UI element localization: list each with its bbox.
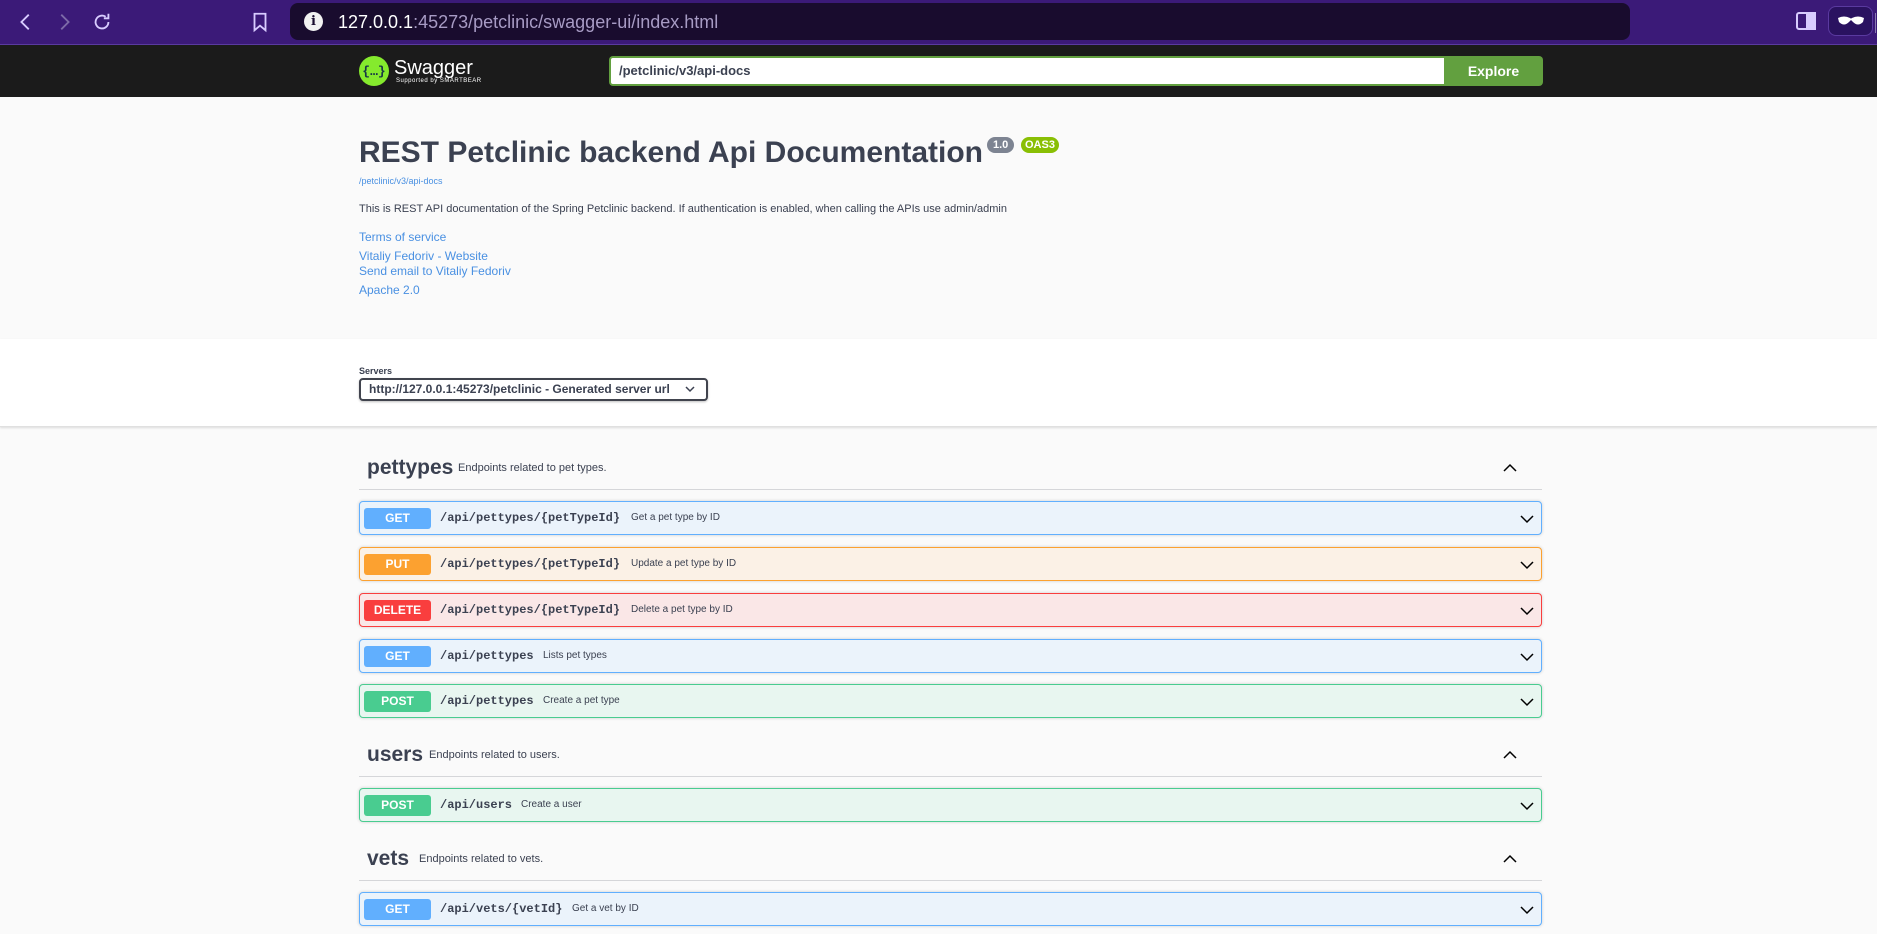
op-summary: Get a vet by ID (572, 903, 639, 914)
license-link[interactable]: Apache 2.0 (359, 283, 420, 297)
operation-create-pettype[interactable]: POST /api/pettypes Create a pet type (359, 684, 1542, 718)
sidebar-toggle-icon[interactable] (1795, 11, 1817, 31)
chevron-down-icon (1520, 802, 1534, 811)
op-path: /api/pettypes/{petTypeId} (440, 557, 621, 571)
spec-url-input[interactable]: /petclinic/v3/api-docs (609, 56, 1444, 86)
chevron-down-icon (1520, 906, 1534, 915)
url-separator (1875, 13, 1876, 33)
chevron-up-icon (1503, 463, 1517, 472)
op-summary: Delete a pet type by ID (631, 604, 733, 615)
tag-description: Endpoints related to pet types. (458, 462, 607, 474)
method-badge: POST (364, 691, 431, 712)
op-path: /api/pettypes (440, 649, 534, 663)
logo-sub: Supported by SMARTBEAR (396, 78, 482, 84)
tag-name: pettypes (367, 456, 454, 479)
private-profile-icon[interactable] (1828, 6, 1873, 36)
tag-vets[interactable]: vets Endpoints related to vets. (359, 839, 1542, 881)
url-text[interactable]: 127.0.0.1:45273/petclinic/swagger-ui/ind… (338, 12, 718, 33)
servers-selected: http://127.0.0.1:45273/petclinic - Gener… (369, 382, 670, 396)
chevron-up-icon (1503, 854, 1517, 863)
op-path: /api/pettypes/{petTypeId} (440, 603, 621, 617)
chevron-down-icon (1520, 515, 1534, 524)
version-badge: 1.0 (987, 137, 1015, 153)
method-badge: GET (364, 899, 431, 920)
op-path: /api/users (440, 798, 513, 812)
back-icon[interactable] (12, 8, 40, 36)
email-link[interactable]: Send email to Vitaliy Fedoriv (359, 264, 511, 278)
method-badge: GET (364, 508, 431, 529)
method-badge: PUT (364, 554, 431, 575)
op-summary: Update a pet type by ID (631, 558, 737, 569)
swagger-logo-icon: {…} (359, 56, 389, 86)
servers-select[interactable]: http://127.0.0.1:45273/petclinic - Gener… (359, 378, 708, 401)
operation-create-user[interactable]: POST /api/users Create a user (359, 788, 1542, 822)
tag-description: Endpoints related to vets. (419, 853, 544, 865)
chevron-down-icon (1520, 607, 1534, 616)
operation-get-pettype[interactable]: GET /api/pettypes/{petTypeId} Get a pet … (359, 501, 1542, 535)
oas-badge: OAS3 (1021, 137, 1059, 153)
op-summary: Create a pet type (543, 695, 620, 706)
chevron-down-icon (1520, 698, 1534, 707)
site-info-icon[interactable]: i (304, 12, 323, 31)
spec-link[interactable]: /petclinic/v3/api-docs (359, 176, 443, 186)
page-title: REST Petclinic backend Api Documentation (359, 136, 983, 169)
chevron-down-icon (1520, 653, 1534, 662)
tag-description: Endpoints related to users. (429, 749, 560, 761)
servers-label: Servers (359, 366, 393, 376)
op-path: /api/vets/{vetId} (440, 902, 563, 916)
tag-name: users (367, 743, 424, 766)
op-summary: Lists pet types (543, 650, 607, 661)
op-summary: Get a pet type by ID (631, 512, 720, 523)
logo-name: Swagger (394, 57, 473, 79)
op-path: /api/pettypes/{petTypeId} (440, 511, 621, 525)
website-link[interactable]: Vitaliy Fedoriv - Website (359, 249, 488, 263)
tag-name: vets (367, 847, 410, 870)
method-badge: GET (364, 646, 431, 667)
bookmark-icon[interactable] (246, 8, 274, 36)
operation-list-pettypes[interactable]: GET /api/pettypes Lists pet types (359, 639, 1542, 673)
api-info: REST Petclinic backend Api Documentation… (0, 97, 1877, 339)
chevron-down-icon (685, 386, 695, 393)
operation-get-vet[interactable]: GET /api/vets/{vetId} Get a vet by ID (359, 892, 1542, 926)
tag-pettypes[interactable]: pettypes Endpoints related to pet types. (359, 448, 1542, 490)
reload-icon[interactable] (88, 8, 116, 36)
forward-icon[interactable] (50, 8, 78, 36)
tag-users[interactable]: users Endpoints related to users. (359, 735, 1542, 777)
operation-put-pettype[interactable]: PUT /api/pettypes/{petTypeId} Update a p… (359, 547, 1542, 581)
operation-delete-pettype[interactable]: DELETE /api/pettypes/{petTypeId} Delete … (359, 593, 1542, 627)
method-badge: POST (364, 795, 431, 816)
servers-section: Servers http://127.0.0.1:45273/petclinic… (0, 339, 1877, 427)
method-badge: DELETE (364, 600, 431, 621)
op-path: /api/pettypes (440, 694, 534, 708)
api-description: This is REST API documentation of the Sp… (359, 203, 1007, 215)
swagger-topbar: {…} Swagger Supported by SMARTBEAR /petc… (0, 45, 1877, 97)
spec-url-form: /petclinic/v3/api-docs Explore (609, 56, 1543, 86)
address-bar[interactable]: i 127.0.0.1:45273/petclinic/swagger-ui/i… (290, 3, 1876, 40)
op-summary: Create a user (521, 799, 582, 810)
browser-toolbar: i 127.0.0.1:45273/petclinic/swagger-ui/i… (0, 0, 1877, 45)
terms-link[interactable]: Terms of service (359, 230, 446, 244)
explore-button[interactable]: Explore (1444, 56, 1543, 86)
chevron-down-icon (1520, 561, 1534, 570)
swagger-logo[interactable]: {…} Swagger Supported by SMARTBEAR (359, 53, 482, 89)
chevron-up-icon (1503, 750, 1517, 759)
